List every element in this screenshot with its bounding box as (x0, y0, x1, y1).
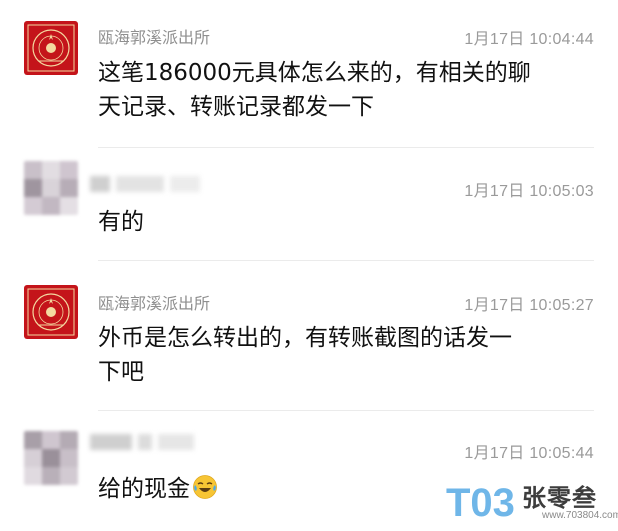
message-time: 1月17日 10:05:03 (464, 183, 594, 200)
message-text[interactable]: 这笔186000元具体怎么来的，有相关的聊 天记录、转账记录都发一下 (98, 56, 593, 124)
watermark-logo-text: T03 (446, 481, 515, 524)
message-text[interactable]: 外币是怎么转出的，有转账截图的话发一 下吧 (98, 321, 593, 389)
t03-logo-icon: T03 (446, 481, 515, 524)
message-text-line: 有的 (98, 209, 144, 235)
watermark: T03 张零叁 www.703804.com (444, 476, 618, 526)
message-text[interactable]: 有的 (98, 205, 593, 239)
message-text-line: 下吧 (98, 359, 144, 385)
watermark-site: www.703804.com (542, 510, 618, 521)
message-text-line: 外币是怎么转出的，有转账截图的话发一 (98, 325, 512, 351)
message-text-line: 天记录、转账记录都发一下 (98, 94, 374, 120)
message-text-line: 这笔186000元具体怎么来的，有相关的聊 (98, 60, 531, 86)
police-seal-avatar[interactable] (24, 285, 78, 339)
police-seal-icon (27, 288, 75, 336)
message-text-line: 给的现金 (98, 476, 190, 502)
message-divider (98, 260, 594, 261)
message-time: 1月17日 10:05:27 (464, 297, 594, 314)
watermark-name: 张零叁 (522, 484, 597, 512)
blurred-avatar[interactable] (24, 431, 78, 485)
blurred-avatar[interactable] (24, 161, 78, 215)
sender-name: 瓯海郭溪派出所 (98, 28, 211, 47)
message-time: 1月17日 10:04:44 (464, 31, 594, 48)
sender-name-blurred (90, 432, 194, 452)
laughing-tears-emoji-icon (193, 475, 217, 499)
message-divider (98, 147, 594, 148)
sender-name: 瓯海郭溪派出所 (98, 294, 211, 313)
sender-name-blurred (90, 174, 200, 194)
police-seal-icon (27, 24, 75, 72)
message-time: 1月17日 10:05:44 (464, 445, 594, 462)
message-divider (98, 410, 594, 411)
police-seal-avatar[interactable] (24, 21, 78, 75)
